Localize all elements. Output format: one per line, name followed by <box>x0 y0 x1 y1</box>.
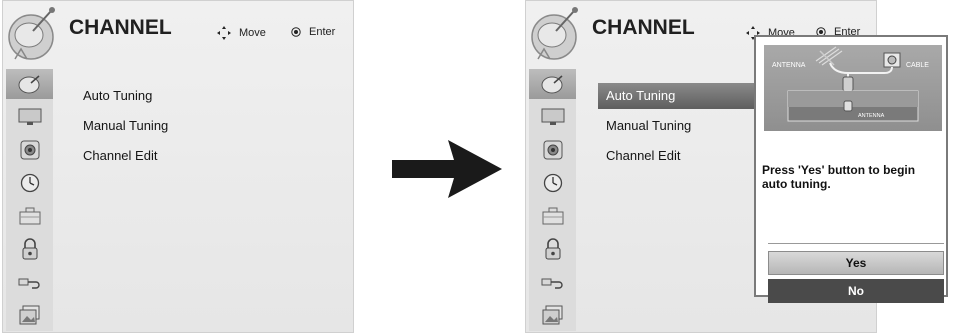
picture-icon <box>19 305 39 325</box>
header: CHANNEL Move Enter <box>3 1 353 67</box>
move-label: Move <box>239 27 266 39</box>
antenna-connection-illustration: ANTENNA CABLE ANTENNA <box>764 45 942 131</box>
sidebar-item-time[interactable] <box>6 168 53 198</box>
sidebar-item-input[interactable] <box>529 267 576 297</box>
transition-arrow-icon <box>392 140 502 198</box>
category-sidebar <box>529 69 576 331</box>
sidebar-item-lock[interactable] <box>529 234 576 264</box>
antenna-cable-diagram: ANTENNA CABLE ANTENNA <box>772 46 929 122</box>
lock-icon <box>22 238 37 260</box>
no-button[interactable]: No <box>768 279 944 303</box>
picture-icon <box>542 305 562 325</box>
auto-tuning-dialog-screen: CHANNEL Move Enter Auto Tuning Manual Tu… <box>525 0 948 333</box>
antenna-label: ANTENNA <box>772 62 806 69</box>
menu-item-manual-tuning[interactable]: Manual Tuning <box>81 113 168 139</box>
page-title: CHANNEL <box>592 16 695 39</box>
menu-item-auto-tuning[interactable]: Auto Tuning <box>81 83 152 109</box>
divider <box>768 243 944 244</box>
sidebar-item-option[interactable] <box>6 201 53 231</box>
input-plug-icon <box>541 278 563 289</box>
satellite-icon <box>18 75 39 94</box>
clock-icon <box>543 173 562 193</box>
sidebar-item-audio[interactable] <box>529 135 576 165</box>
menu-item-channel-edit[interactable]: Channel Edit <box>81 143 157 169</box>
clock-icon <box>20 173 39 193</box>
page-title: CHANNEL <box>69 16 172 39</box>
sidebar-item-usb[interactable] <box>6 300 53 330</box>
satellite-dish-icon <box>531 7 578 60</box>
briefcase-icon <box>19 207 40 225</box>
sidebar-item-channel[interactable] <box>529 69 576 99</box>
menu-item-channel-edit[interactable]: Channel Edit <box>604 143 680 169</box>
sidebar-item-input[interactable] <box>6 267 53 297</box>
briefcase-icon <box>542 207 563 225</box>
monitor-icon <box>541 108 564 125</box>
sidebar-item-time[interactable] <box>529 168 576 198</box>
antenna-aerial-icon <box>815 46 843 66</box>
satellite-dish-icon <box>8 7 55 60</box>
menu-item-manual-tuning[interactable]: Manual Tuning <box>604 113 691 139</box>
sidebar-item-option[interactable] <box>529 201 576 231</box>
input-plug-icon <box>18 278 40 289</box>
dpad-icon <box>217 26 231 40</box>
sidebar-item-picture[interactable] <box>529 102 576 132</box>
category-sidebar <box>6 69 53 331</box>
channel-menu-screen: CHANNEL Move Enter Auto Tuning Manual Tu… <box>2 0 354 333</box>
sidebar-item-audio[interactable] <box>6 135 53 165</box>
sidebar-item-lock[interactable] <box>6 234 53 264</box>
ok-button-icon <box>291 27 301 37</box>
dialog-message: Press 'Yes' button to begin auto tuning. <box>762 163 916 191</box>
speaker-icon <box>20 140 39 160</box>
move-hint: Move <box>217 26 266 40</box>
auto-tuning-confirm-dialog: ANTENNA CABLE ANTENNA Press 'Yes' button… <box>754 35 948 303</box>
satellite-icon <box>541 75 562 94</box>
tv-input-label: ANTENNA <box>858 113 885 119</box>
cable-label: CABLE <box>906 62 929 69</box>
yes-button[interactable]: Yes <box>768 251 944 275</box>
sidebar-item-channel[interactable] <box>6 69 53 99</box>
cable-wall-socket-icon <box>883 52 901 68</box>
sidebar-item-usb[interactable] <box>529 300 576 330</box>
enter-hint: Enter <box>291 26 335 38</box>
monitor-icon <box>18 108 41 125</box>
lock-icon <box>545 238 560 260</box>
sidebar-item-picture[interactable] <box>6 102 53 132</box>
speaker-icon <box>543 140 562 160</box>
enter-label: Enter <box>309 26 336 38</box>
menu-item-auto-tuning[interactable]: Auto Tuning <box>598 83 762 109</box>
